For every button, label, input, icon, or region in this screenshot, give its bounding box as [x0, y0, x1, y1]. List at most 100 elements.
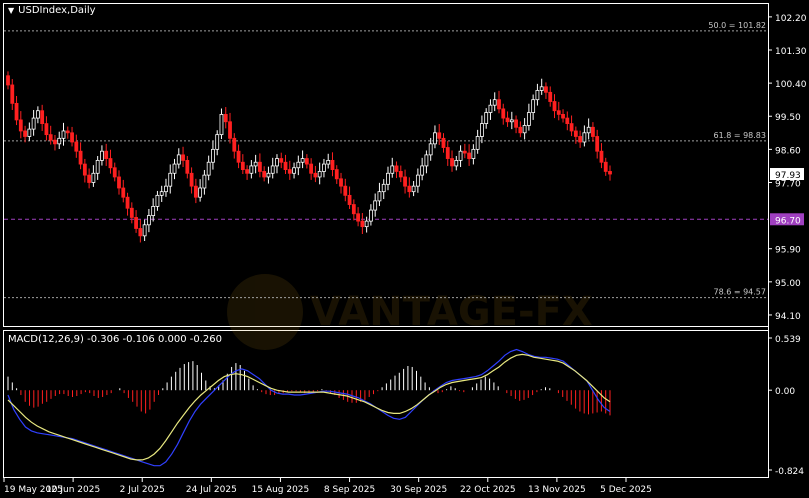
candle-bear: [258, 161, 262, 172]
candle-bull: [458, 150, 463, 161]
candle-bull: [471, 148, 476, 159]
candle-bull: [275, 158, 279, 167]
candle-bull: [317, 171, 322, 178]
candle-bear: [356, 213, 360, 222]
candle-bear: [70, 132, 74, 143]
candle-bull: [475, 136, 480, 150]
price-tick-label: 98.60: [775, 146, 801, 156]
candle-bear: [78, 150, 83, 165]
candle-bear: [82, 163, 87, 176]
candle-bull: [249, 165, 254, 174]
candle-bear: [573, 130, 578, 137]
candle-bull: [386, 172, 390, 185]
price-tick-label: 94.10: [775, 312, 801, 322]
candle-bear: [313, 172, 318, 178]
price-tick-label: 95.90: [775, 246, 801, 256]
candle-bear: [236, 150, 241, 163]
svg-text:VANTAGE-FX: VANTAGE-FX: [310, 289, 593, 335]
candle-bull: [151, 205, 156, 216]
candle-bull: [142, 224, 147, 237]
price-tick-label: 95.00: [775, 279, 801, 289]
candle-bull: [91, 172, 96, 183]
candle-bear: [134, 217, 138, 229]
candle-bull: [266, 172, 271, 178]
candle-bull: [492, 99, 497, 106]
candle-bear: [87, 174, 92, 183]
fib-level-label: 78.6 = 94.57: [713, 288, 766, 297]
candle-bear: [556, 110, 561, 115]
candle-bear: [467, 152, 472, 159]
candle-bear: [10, 84, 15, 104]
candle-bull: [202, 174, 207, 189]
candle-bear: [189, 172, 194, 187]
candle-bull: [168, 172, 173, 187]
candle-bull: [390, 165, 395, 174]
candle-bear: [578, 136, 583, 143]
fib-level-label: 61.8 = 98.83: [713, 131, 766, 140]
macd-tick-label: 0.00: [775, 387, 795, 397]
candle-bear: [360, 220, 365, 228]
candle-bull: [219, 114, 224, 136]
candle-bear: [223, 114, 228, 123]
candle-bear: [121, 187, 126, 198]
candle-bull: [211, 148, 215, 163]
candle-bull: [146, 215, 151, 226]
candle-bear: [351, 204, 356, 215]
candle-bull: [582, 132, 587, 143]
candle-bear: [441, 137, 446, 148]
candle-bull: [292, 167, 296, 174]
candle-bear: [565, 117, 570, 125]
candle-bull: [364, 220, 369, 228]
support-badge-label: 96.70: [775, 216, 801, 226]
triangle-down-icon[interactable]: ▼: [8, 6, 14, 15]
macd-tick-label: 0.539: [775, 335, 801, 345]
candle-bear: [330, 159, 335, 170]
candle-bull: [57, 137, 62, 145]
candle-bull: [373, 200, 378, 211]
candle-bear: [552, 101, 557, 112]
candle-bear: [518, 126, 523, 134]
candle-bear: [398, 171, 403, 178]
candle-bull: [484, 112, 489, 124]
candle-bull: [480, 123, 484, 137]
current-price-label: 97.93: [775, 171, 801, 181]
candle-bull: [159, 191, 164, 196]
candle-bull: [381, 183, 386, 193]
candle-bull: [428, 143, 433, 156]
candle-bear: [497, 99, 501, 110]
candle-bull: [61, 130, 66, 139]
chart-window: VANTAGE-FX 50.0 = 101.82 61.8 = 98.83 78.6…: [3, 3, 807, 495]
candle-bear: [304, 158, 309, 165]
candle-bear: [6, 75, 10, 86]
candle-bull: [95, 159, 100, 174]
candle-bear: [108, 158, 113, 169]
candle-bear: [48, 134, 53, 141]
candle-bull: [296, 161, 301, 169]
chart-title[interactable]: ▼ USDIndex,Daily: [8, 5, 96, 16]
candle-bear: [23, 130, 27, 137]
candle-bear: [445, 147, 450, 159]
macd-signal-line: [7, 353, 611, 461]
candle-bear: [347, 194, 352, 205]
candle-bear: [283, 161, 288, 171]
candle-bear: [462, 150, 467, 154]
candle-bear: [544, 86, 548, 93]
candle-bull: [31, 117, 36, 130]
price-tick-label: 99.50: [775, 113, 801, 123]
candle-bear: [245, 169, 249, 174]
date-tick-label: 5 Dec 2025: [600, 485, 652, 495]
candle-bear: [53, 139, 57, 145]
price-tick-label: 100.40: [775, 80, 807, 90]
candle-bear: [505, 117, 510, 123]
candle-bear: [40, 110, 45, 125]
candle-bear: [44, 123, 49, 136]
date-tick-label: 30 Sep 2025: [390, 485, 447, 495]
candle-bear: [450, 158, 454, 167]
candle-bull: [539, 86, 544, 91]
candle-bear: [501, 108, 506, 119]
date-tick-label: 10 Jun 2025: [46, 485, 100, 495]
candle-bull: [586, 126, 591, 134]
date-tick-label: 13 Nov 2025: [528, 485, 586, 495]
date-tick-label: 15 Aug 2025: [252, 485, 310, 495]
candle-bear: [228, 121, 232, 139]
